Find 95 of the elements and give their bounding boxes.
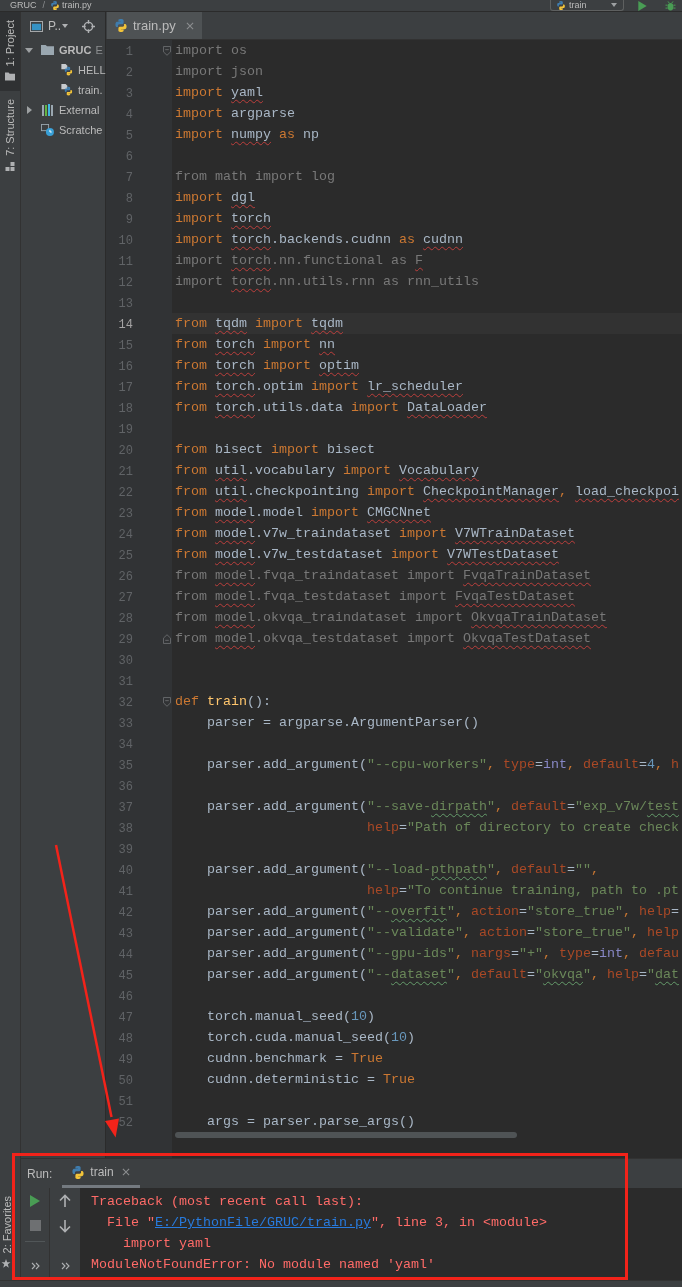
up-arrow-icon[interactable] bbox=[59, 1194, 71, 1207]
fold-icon[interactable] bbox=[163, 45, 171, 56]
double-chevron-icon[interactable] bbox=[30, 1262, 40, 1270]
tree-item[interactable]: GRUC E bbox=[21, 40, 105, 60]
code-line: parser = argparse.ArgumentParser() bbox=[206, 715, 479, 730]
code-line: from util.vocabulary import Vocabulary bbox=[175, 463, 479, 478]
close-icon[interactable] bbox=[185, 21, 194, 30]
code-line: from model.v7w_traindataset import V7WTrainDataset bbox=[175, 526, 575, 541]
code-line: import yaml bbox=[175, 85, 263, 100]
folder-icon bbox=[5, 72, 15, 82]
code-line: cudnn.benchmark = True bbox=[206, 1051, 383, 1066]
code-line: from model.model import CMGCNnet bbox=[175, 505, 431, 520]
code-line: import numpy as np bbox=[175, 127, 319, 142]
code-line: parser.add_argument("--save-dirpath", default="exp_v7w/test bbox=[206, 799, 679, 814]
code-line: from model.okvqa_testdataset import OkvqaTestDataset bbox=[175, 631, 591, 646]
play-icon[interactable] bbox=[30, 1195, 40, 1207]
code-line: parser.add_argument("--overfit", action="store_true", help= bbox=[206, 904, 679, 919]
python-file-icon bbox=[60, 84, 73, 96]
window-icon bbox=[30, 20, 43, 32]
code-line: help="To continue training, path to .pt bbox=[365, 883, 679, 898]
code-line: parser.add_argument("--load-pthpath", default="", bbox=[206, 862, 599, 877]
code-line: from math import log bbox=[175, 169, 335, 184]
panel-title-dropdown[interactable]: P.. bbox=[48, 19, 62, 33]
file-link[interactable]: E:/PythonFile/GRUC/train.py bbox=[155, 1215, 371, 1230]
python-icon bbox=[557, 0, 565, 10]
code-line: from tqdm import tqdm bbox=[175, 316, 343, 331]
run-configuration-dropdown[interactable]: train bbox=[550, 0, 624, 11]
code-line: from model.okvqa_traindataset import OkvqaTrainDataset bbox=[175, 610, 607, 625]
grid-icon bbox=[5, 162, 15, 172]
code-line: cudnn.deterministic = True bbox=[206, 1072, 415, 1087]
code-line: def train(): bbox=[175, 694, 271, 709]
code-line: from torch.optim import lr_scheduler bbox=[175, 379, 463, 394]
code-line: parser.add_argument("--cpu-workers", type=int, default=4, h bbox=[206, 757, 679, 772]
code-line: parser.add_argument("--dataset", default="okvqa", help="dat bbox=[206, 967, 679, 982]
console-line: File "E:/PythonFile/GRUC/train.py", line 3, in <module> bbox=[106, 1214, 547, 1232]
caret-icon[interactable] bbox=[62, 24, 69, 28]
bug-icon[interactable] bbox=[665, 0, 676, 11]
code-line: torch.manual_seed(10) bbox=[206, 1009, 375, 1024]
star-icon bbox=[1, 1259, 11, 1268]
tree-item[interactable]: External bbox=[21, 100, 105, 120]
tree-arrow-icon[interactable] bbox=[26, 106, 32, 114]
play-icon[interactable] bbox=[638, 0, 647, 11]
folder-icon bbox=[41, 44, 54, 56]
code-line: import torch bbox=[175, 211, 271, 226]
code-line: import argparse bbox=[175, 106, 295, 121]
tool-window-button[interactable]: 7: Structure bbox=[0, 91, 20, 182]
code-line: from model.fvqa_traindataset import FvqaTrainDataset bbox=[175, 568, 591, 583]
code-line: import os bbox=[175, 43, 247, 58]
code-line: import torch.nn.utils.rnn as rnn_utils bbox=[175, 274, 479, 289]
code-line: torch.cuda.manual_seed(10) bbox=[206, 1030, 415, 1045]
code-line: import torch.backends.cudnn as cudnn bbox=[175, 232, 463, 247]
code-line: parser.add_argument("--validate", action="store_true", help bbox=[206, 925, 679, 940]
tree-arrow-icon[interactable] bbox=[25, 47, 33, 53]
path-separator: / bbox=[42, 0, 45, 11]
tool-window-button[interactable]: 1: Project bbox=[0, 12, 20, 92]
code-line: from bisect import bisect bbox=[175, 442, 375, 457]
code-line: from torch import nn bbox=[175, 337, 335, 352]
bars-icon bbox=[41, 104, 54, 116]
python-icon bbox=[51, 1, 59, 10]
code-line: import torch.nn.functional as F bbox=[175, 253, 423, 268]
python-icon bbox=[72, 1165, 85, 1179]
tree-item[interactable]: HELL bbox=[21, 60, 105, 80]
code-line: import dgl bbox=[175, 190, 255, 205]
console-line: import yaml bbox=[122, 1235, 211, 1253]
tool-window-button[interactable]: 2: Favorites bbox=[0, 1187, 20, 1278]
code-line: parser.add_argument("--gpu-ids", nargs="+", type=int, defau bbox=[206, 946, 679, 961]
down-arrow-icon[interactable] bbox=[59, 1220, 71, 1233]
caret-icon bbox=[611, 3, 617, 7]
breadcrumb-item[interactable]: train.py bbox=[62, 0, 92, 11]
python-icon bbox=[115, 19, 127, 32]
fold-icon[interactable] bbox=[163, 696, 171, 707]
code-line: import json bbox=[175, 64, 263, 79]
crosshair-icon[interactable] bbox=[82, 19, 95, 33]
clock-icon bbox=[41, 124, 54, 136]
code-line: args = parser.parse_args() bbox=[206, 1114, 415, 1129]
console-line: Traceback (most recent call last): bbox=[91, 1193, 363, 1211]
code-line: from torch import optim bbox=[175, 358, 359, 373]
tree-item[interactable]: train. bbox=[21, 80, 105, 100]
line-number: 14 bbox=[118, 317, 133, 332]
code-line: help="Path of directory to create check bbox=[365, 820, 679, 835]
fold-icon[interactable] bbox=[163, 633, 171, 644]
tree-item[interactable]: Scratche bbox=[21, 120, 105, 140]
double-chevron-icon[interactable] bbox=[60, 1262, 70, 1270]
python-file-icon bbox=[60, 64, 73, 76]
console-line: ModuleNotFoundError: No module named 'yaml' bbox=[91, 1256, 435, 1274]
code-line: from model.fvqa_testdataset import FvqaTestDataset bbox=[175, 589, 575, 604]
horizontal-scrollbar[interactable] bbox=[175, 1132, 517, 1138]
code-line: from util.checkpointing import CheckpointManager, load_checkpoi bbox=[175, 484, 679, 499]
breadcrumb-item[interactable]: GRUC bbox=[10, 0, 37, 11]
editor-tab[interactable]: train.py bbox=[107, 12, 202, 39]
panel-label: Run: bbox=[27, 1166, 53, 1181]
code-line: from model.v7w_testdataset import V7WTestDataset bbox=[175, 547, 559, 562]
code-line: from torch.utils.data import DataLoader bbox=[175, 400, 487, 415]
close-icon[interactable] bbox=[121, 1168, 130, 1176]
stop-icon[interactable] bbox=[29, 1220, 41, 1231]
